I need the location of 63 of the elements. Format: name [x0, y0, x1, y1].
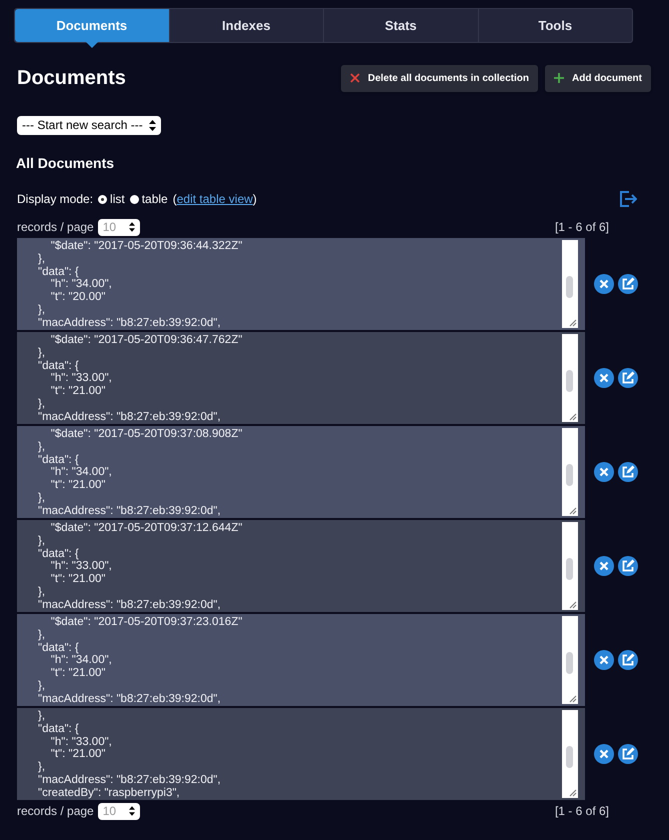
cross-icon: [350, 73, 360, 83]
record-range: [1 - 6 of 6]: [554, 219, 609, 236]
display-mode-label: Display mode:: [17, 191, 94, 208]
radio-label: table: [142, 191, 168, 208]
plus-icon: [554, 73, 564, 83]
resize-grip-icon[interactable]: [569, 601, 577, 609]
scrollbar-thumb[interactable]: [566, 370, 573, 392]
record-range: [1 - 6 of 6]: [554, 803, 609, 820]
delete-icon[interactable]: [594, 368, 614, 388]
radio-button[interactable]: [98, 194, 108, 204]
add-document-button[interactable]: Add document: [545, 64, 651, 92]
scrollbar-thumb[interactable]: [566, 746, 573, 768]
edit-icon[interactable]: [618, 744, 638, 764]
document-json: "$date": "2017-05-20T09:36:47.762Z" }, "data": { "h": "33.00", "t": "21.00" }, "macAddress": "b8:27:eb:39:92:0d",: [38, 334, 244, 424]
document-textarea[interactable]: "$date": "2017-05-20T09:36:47.762Z" }, "data": { "h": "33.00", "t": "21.00" }, "macAddress": "b8:27:eb:39:92:0d",: [17, 332, 585, 424]
paren: (: [172, 191, 177, 208]
radio-button[interactable]: [130, 194, 139, 204]
tab[interactable]: Stats: [323, 9, 478, 42]
document-textarea[interactable]: "$date": "2017-05-20T09:37:08.908Z" }, "data": { "h": "34.00", "t": "21.00" }, "macAddress": "b8:27:eb:39:92:0d",: [17, 426, 585, 518]
page-title: Documents: [17, 66, 126, 91]
search-select[interactable]: --- Start new search ---: [17, 116, 161, 134]
edit-icon[interactable]: [618, 556, 638, 576]
document-textarea[interactable]: }, "data": { "h": "33.00", "t": "21.00" }, "macAddress": "b8:27:eb:39:92:0d", "createdBy": "raspberrypi3",: [17, 708, 585, 800]
edit-icon[interactable]: [618, 274, 638, 294]
document-json: "$date": "2017-05-20T09:37:12.644Z" }, "data": { "h": "33.00", "t": "21.00" }, "macAddress": "b8:27:eb:39:92:0d",: [38, 522, 244, 612]
scrollbar-thumb[interactable]: [566, 276, 573, 298]
delete-icon[interactable]: [594, 650, 614, 670]
delete-icon[interactable]: [594, 744, 614, 764]
export-icon[interactable]: [620, 191, 637, 207]
resize-grip-icon[interactable]: [569, 413, 577, 421]
document-textarea[interactable]: "$date": "2017-05-20T09:37:23.016Z" }, "data": { "h": "34.00", "t": "21.00" }, "macAddress": "b8:27:eb:39:92:0d",: [17, 614, 585, 706]
tab-pointer-icon: [86, 42, 98, 48]
delete-all-button[interactable]: Delete all documents in collection: [340, 64, 538, 92]
resize-grip-icon[interactable]: [569, 695, 577, 703]
scrollbar-thumb[interactable]: [566, 558, 573, 580]
select-arrows-icon: [128, 222, 135, 232]
select-arrows-icon: [128, 806, 135, 816]
delete-icon[interactable]: [594, 274, 614, 294]
document-json: "$date": "2017-05-20T09:37:23.016Z" }, "data": { "h": "34.00", "t": "21.00" }, "macAddress": "b8:27:eb:39:92:0d",: [38, 616, 244, 706]
resize-grip-icon[interactable]: [569, 789, 577, 797]
delete-icon[interactable]: [594, 462, 614, 482]
resize-grip-icon[interactable]: [569, 319, 577, 327]
radio-label: list: [110, 191, 125, 208]
select-arrows-icon: [148, 120, 156, 130]
tab[interactable]: Indexes: [168, 9, 323, 42]
records-per-page-label: records / page: [17, 803, 94, 820]
edit-table-view-link[interactable]: edit table view: [176, 190, 253, 208]
document-json: "$date": "2017-05-20T09:37:08.908Z" }, "data": { "h": "34.00", "t": "21.00" }, "macAddress": "b8:27:eb:39:92:0d",: [38, 428, 244, 518]
document-json: "$date": "2017-05-20T09:36:44.322Z" }, "data": { "h": "34.00", "t": "20.00" }, "macAddress": "b8:27:eb:39:92:0d",: [38, 240, 244, 330]
document-json: }, "data": { "h": "33.00", "t": "21.00" }, "macAddress": "b8:27:eb:39:92:0d", "createdBy": "raspberrypi3",: [38, 710, 222, 800]
scrollbar-thumb[interactable]: [566, 652, 573, 674]
document-textarea[interactable]: "$date": "2017-05-20T09:37:12.644Z" }, "data": { "h": "33.00", "t": "21.00" }, "macAddress": "b8:27:eb:39:92:0d",: [17, 520, 585, 612]
scrollbar-thumb[interactable]: [566, 464, 573, 486]
paren: ): [252, 191, 257, 208]
document-textarea[interactable]: "$date": "2017-05-20T09:36:44.322Z" }, "data": { "h": "34.00", "t": "20.00" }, "macAddress": "b8:27:eb:39:92:0d",: [17, 238, 585, 330]
edit-icon[interactable]: [618, 462, 638, 482]
resize-grip-icon[interactable]: [569, 507, 577, 515]
tab[interactable]: Tools: [478, 9, 632, 42]
section-title: All Documents: [16, 154, 114, 173]
records-per-page-label: records / page: [17, 219, 94, 236]
edit-icon[interactable]: [618, 368, 638, 388]
delete-icon[interactable]: [594, 556, 614, 576]
edit-icon[interactable]: [618, 650, 638, 670]
